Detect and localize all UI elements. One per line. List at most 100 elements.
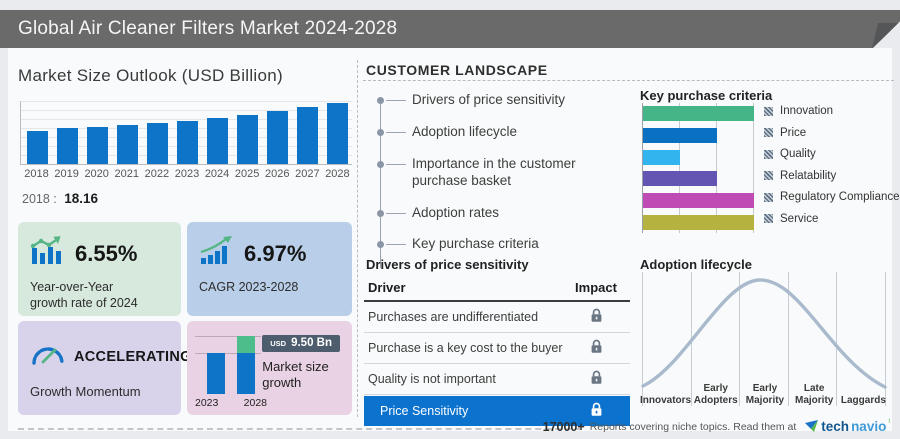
customer-landscape-item: Importance in the customer purchase bask… [366,156,616,190]
customer-landscape-item: Adoption lifecycle [366,124,616,141]
adoption-stage-label: Innovators [640,394,692,406]
price-sensitivity-title: Drivers of price sensitivity [366,257,529,272]
legend-swatch-icon [764,171,773,180]
technavio-arrow-icon [805,420,819,432]
adoption-stage-label: Early Majority [745,383,785,406]
cagr-card: 6.97% CAGR 2023-2028 [187,222,352,316]
footer: 17000+ Reports covering niche topics. Re… [543,419,890,434]
customer-landscape-list: Drivers of price sensitivity Adoption lif… [366,92,616,269]
growth-badge: USD 9.50 Bn [262,335,340,352]
trademark-mark: I [888,419,890,425]
criteria-bar [643,106,754,121]
cagr-label: CAGR 2023-2028 [199,280,299,294]
technavio-logo: tech navio I [805,419,890,434]
base-year-value: 2018 : 18.16 [22,191,99,206]
criteria-bar [643,193,754,209]
legend-item: Quality [764,148,900,160]
legend-item: Service [764,213,900,225]
market-growth-card: 2023 2028 USD 9.50 Bn Market size growth [187,321,352,415]
legend-item: Innovation [764,105,900,117]
legend-swatch-icon [764,192,773,202]
legend-item: Relatability [764,170,900,182]
momentum-card: ACCELERATING Growth Momentum [18,321,191,415]
table-header: Driver Impact [364,278,630,302]
price-sensitivity-row[interactable]: Quality is not important [364,364,630,395]
legend-swatch-icon [764,214,773,223]
impact-column-header: Impact [575,280,617,295]
lock-icon [566,308,626,326]
driver-label: Purchase is a key cost to the buyer [368,341,563,355]
price-sensitivity-row[interactable]: Purchase is a key cost to the buyer [364,333,630,364]
adoption-stage-labels: Innovators Early Adopters Early Majority Late… [640,383,888,406]
key-purchase-criteria-title: Key purchase criteria [640,88,773,103]
growth-label: Market size growth [262,359,329,391]
footer-text: Reports covering niche topics. Read them… [589,420,797,433]
market-size-title: Market Size Outlook (USD Billion) [18,66,283,85]
legend-swatch-icon [764,106,773,116]
ascending-bars-icon [199,236,235,271]
criteria-bar [643,171,717,187]
legend-item: Price [764,127,900,139]
market-size-bar [207,118,228,164]
price-sensitivity-row[interactable]: Purchases are undifferentiated [364,302,630,333]
adoption-stage-label: Late Majority [795,383,834,406]
adoption-stage-label: Early Adopters [693,383,738,406]
market-size-bar [57,128,78,164]
market-size-bar [267,111,288,164]
momentum-label: Growth Momentum [30,384,141,399]
footer-rule [18,428,581,430]
criteria-bar [643,214,754,230]
market-size-year-labels: 2018 2019 2020 2021 2022 2023 2024 2025 2026 2027… [24,168,350,180]
adoption-stage-label: Laggards [840,394,886,406]
market-size-bar [177,121,198,164]
market-size-bar [237,115,258,164]
market-size-bar [27,131,48,164]
customer-landscape-title: CUSTOMER LANDSCAPE [366,62,548,78]
legend-item: Regulatory Compliance [764,191,900,203]
key-purchase-criteria-legend: Innovation Price Quality Relatability Regula… [764,105,900,234]
cagr-value: 6.97% [244,240,307,266]
driver-label: Price Sensitivity [380,404,469,418]
market-size-bar [327,103,348,164]
yoy-label: Year-over-Year growth rate of 2024 [30,280,138,311]
growth-mini-years: 2023 2028 [195,397,267,409]
section-divider [357,60,358,417]
lock-icon [566,402,626,420]
lock-icon [566,339,626,357]
report-count: 17000+ [542,419,585,434]
driver-label: Quality is not important [368,372,496,386]
price-sensitivity-table: Driver Impact Purchases are undifferenti… [364,278,630,426]
customer-landscape-item: Adoption rates [366,205,616,222]
base-year-label: 2018 [22,192,50,206]
customer-landscape-item: Drivers of price sensitivity [366,92,616,109]
customer-landscape-item: Key purchase criteria [366,236,616,253]
bell-curve [641,278,887,389]
market-size-bar [147,123,168,164]
speedometer-icon [30,341,66,372]
yoy-growth-card: 6.55% Year-over-Year growth rate of 2024 [18,222,181,316]
bar-trend-icon [30,236,66,271]
base-year-number: 18.16 [64,191,99,206]
legend-swatch-icon [764,128,773,137]
badge-value: 9.50 Bn [291,337,332,349]
momentum-value: ACCELERATING [74,348,192,365]
lock-icon [566,370,626,388]
market-size-bar [297,107,318,164]
title-bar: Global Air Cleaner Filters Market 2024-2… [0,10,900,48]
driver-label: Purchases are undifferentiated [368,310,539,324]
growth-mini-chart: 2023 2028 [195,331,267,409]
page-title: Global Air Cleaner Filters Market 2024-2… [18,18,398,39]
ribbon-fold [872,23,900,48]
adoption-lifecycle-chart [640,272,888,406]
criteria-bar [643,127,717,143]
adoption-lifecycle-title: Adoption lifecycle [640,257,752,272]
market-size-bar [117,125,138,164]
driver-column-header: Driver [368,280,406,295]
yoy-value: 6.55% [75,240,138,266]
criteria-bar [643,149,680,165]
key-purchase-criteria-chart [642,103,754,233]
legend-swatch-icon [764,149,773,159]
badge-currency: USD [270,339,287,348]
market-size-bar [87,127,108,164]
market-size-bar-chart [20,101,352,165]
